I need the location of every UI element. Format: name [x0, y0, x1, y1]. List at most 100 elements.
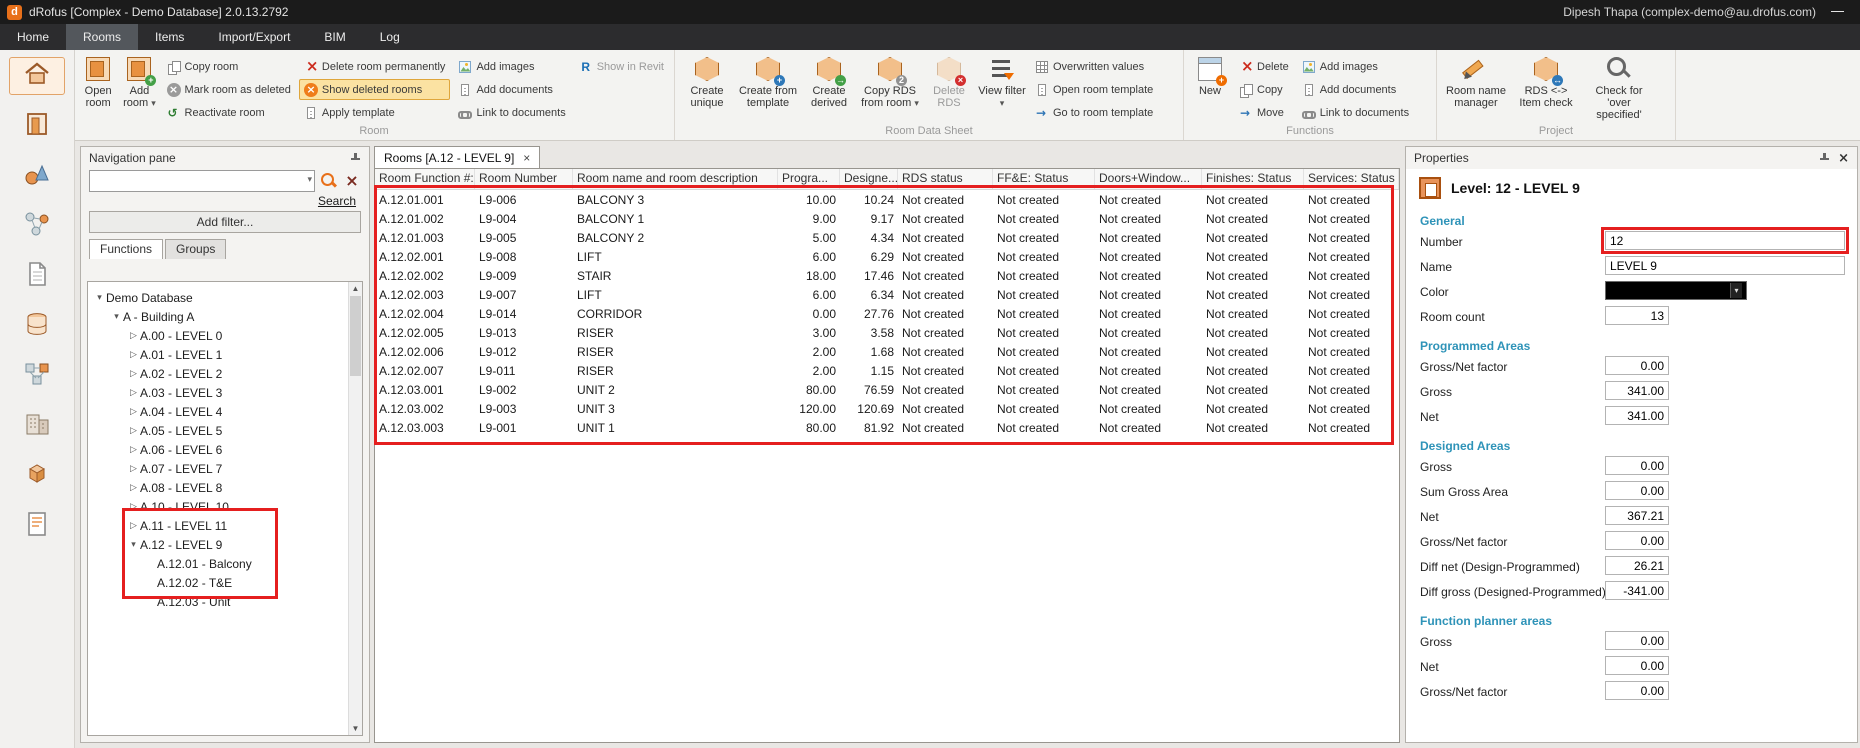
- net-field[interactable]: 0.00: [1605, 656, 1669, 675]
- copy-function-button[interactable]: Copy: [1234, 79, 1294, 100]
- table-row[interactable]: A.12.03.001L9-002UNIT 280.0076.59Not cre…: [375, 380, 1399, 399]
- apply-template-button[interactable]: Apply template: [299, 102, 451, 123]
- tree-item[interactable]: ▾A.12 - LEVEL 9: [88, 535, 362, 554]
- gross-field[interactable]: 0.00: [1605, 631, 1669, 650]
- number-field[interactable]: 12: [1605, 231, 1845, 250]
- tree-item[interactable]: A.12.02 - T&E: [88, 573, 362, 592]
- color-field[interactable]: ▾: [1605, 281, 1747, 300]
- gross-field[interactable]: 0.00: [1605, 456, 1669, 475]
- sidebar-item-items[interactable]: [10, 158, 64, 194]
- sidebar-item-logistics[interactable]: [10, 358, 64, 394]
- table-row[interactable]: A.12.01.002L9-004BALCONY 19.009.17Not cr…: [375, 209, 1399, 228]
- column-header[interactable]: Finishes: Status: [1202, 169, 1304, 189]
- scrollbar[interactable]: ▲ ▼: [348, 282, 362, 735]
- move-function-button[interactable]: Move: [1234, 102, 1294, 123]
- search-input[interactable]: [90, 171, 314, 191]
- delete-rds-button[interactable]: × Delete RDS: [924, 53, 974, 111]
- expander-icon[interactable]: ▷: [127, 425, 140, 436]
- show-deleted-rooms-toggle[interactable]: Show deleted rooms: [299, 79, 451, 100]
- rds-item-check-button[interactable]: ↔ RDS <-> Item check: [1513, 53, 1579, 111]
- open-room-template-button[interactable]: Open room template: [1030, 79, 1158, 100]
- search-link[interactable]: Search: [81, 194, 356, 208]
- table-row[interactable]: A.12.02.005L9-013RISER3.003.58Not create…: [375, 323, 1399, 342]
- expander-icon[interactable]: ▷: [127, 482, 140, 493]
- menu-tab-import-export[interactable]: Import/Export: [201, 24, 307, 50]
- expander-icon[interactable]: ▷: [127, 368, 140, 379]
- table-row[interactable]: A.12.03.002L9-003UNIT 3120.00120.69Not c…: [375, 399, 1399, 418]
- sidebar-item-documents[interactable]: [10, 258, 64, 294]
- table-row[interactable]: A.12.02.002L9-009STAIR18.0017.46Not crea…: [375, 266, 1399, 285]
- gross-field[interactable]: 341.00: [1605, 381, 1669, 400]
- tree-item[interactable]: ▷A.11 - LEVEL 11: [88, 516, 362, 535]
- expander-icon[interactable]: ▷: [127, 444, 140, 455]
- tree-item[interactable]: ▷A.04 - LEVEL 4: [88, 402, 362, 421]
- table-row[interactable]: A.12.01.001L9-006BALCONY 310.0010.24Not …: [375, 190, 1399, 209]
- delete-room-permanently-button[interactable]: Delete room permanently: [299, 56, 451, 77]
- overwritten-values-button[interactable]: Overwritten values: [1030, 56, 1158, 77]
- expander-icon[interactable]: ▷: [127, 406, 140, 417]
- go-to-room-template-button[interactable]: Go to room template: [1030, 102, 1158, 123]
- column-header[interactable]: Designe...: [840, 169, 898, 189]
- sidebar-item-database[interactable]: [10, 308, 64, 344]
- add-room-button[interactable]: + Add room ▾: [120, 53, 158, 111]
- column-header[interactable]: Services: Status: [1304, 169, 1399, 189]
- column-header[interactable]: FF&E: Status: [993, 169, 1095, 189]
- search-icon[interactable]: [320, 172, 338, 190]
- menu-tab-log[interactable]: Log: [363, 24, 417, 50]
- link-to-documents-button[interactable]: Link to documents: [1297, 102, 1414, 123]
- open-room-button[interactable]: Open room: [79, 53, 117, 111]
- rooms-document-tab[interactable]: Rooms [A.12 - LEVEL 9] ×: [374, 146, 540, 168]
- diff-net-design-programmed-field[interactable]: 26.21: [1605, 556, 1669, 575]
- minimize-button[interactable]: —: [1825, 0, 1850, 24]
- expander-icon[interactable]: ▷: [127, 501, 140, 512]
- table-row[interactable]: A.12.02.006L9-012RISER2.001.68Not create…: [375, 342, 1399, 361]
- add-images-button[interactable]: Add images: [453, 56, 570, 77]
- column-header[interactable]: Room name and room description: [573, 169, 778, 189]
- expander-icon[interactable]: ▷: [127, 463, 140, 474]
- tree-item[interactable]: A.12.01 - Balcony: [88, 554, 362, 573]
- menu-tab-home[interactable]: Home: [0, 24, 66, 50]
- tree-item[interactable]: ▷A.03 - LEVEL 3: [88, 383, 362, 402]
- table-row[interactable]: A.12.02.003L9-007LIFT6.006.34Not created…: [375, 285, 1399, 304]
- show-in-revit-button[interactable]: R Show in Revit: [574, 56, 669, 77]
- menu-tab-rooms[interactable]: Rooms: [66, 24, 138, 50]
- net-field[interactable]: 367.21: [1605, 506, 1669, 525]
- table-row[interactable]: A.12.02.004L9-014CORRIDOR0.0027.76Not cr…: [375, 304, 1399, 323]
- clear-search-icon[interactable]: ×: [343, 172, 361, 190]
- sidebar-item-packages[interactable]: [10, 458, 64, 494]
- scroll-thumb[interactable]: [350, 296, 361, 376]
- tree-item[interactable]: ▷A.01 - LEVEL 1: [88, 345, 362, 364]
- create-from-template-button[interactable]: + Create from template: [737, 53, 799, 111]
- pin-icon[interactable]: [349, 152, 361, 164]
- create-unique-button[interactable]: Create unique: [680, 53, 734, 111]
- expander-icon[interactable]: ▷: [127, 330, 140, 341]
- color-dropdown-icon[interactable]: ▾: [1730, 283, 1742, 298]
- expander-icon[interactable]: ▾: [93, 292, 106, 303]
- add-filter-button[interactable]: Add filter...: [89, 211, 361, 233]
- column-header[interactable]: Progra...: [778, 169, 840, 189]
- table-row[interactable]: A.12.01.003L9-005BALCONY 25.004.34Not cr…: [375, 228, 1399, 247]
- check-over-specified-button[interactable]: Check for 'over specified': [1582, 53, 1656, 123]
- tree-item[interactable]: ▷A.08 - LEVEL 8: [88, 478, 362, 497]
- sum-gross-area-field[interactable]: 0.00: [1605, 481, 1669, 500]
- reactivate-room-button[interactable]: Reactivate room: [162, 102, 296, 123]
- tree-item[interactable]: A.12.03 - Unit: [88, 592, 362, 611]
- sidebar-item-rooms[interactable]: [10, 108, 64, 144]
- scroll-up-icon[interactable]: ▲: [349, 282, 362, 295]
- tree-item[interactable]: ▷A.10 - LEVEL 10: [88, 497, 362, 516]
- copy-room-button[interactable]: Copy room: [162, 56, 296, 77]
- column-header[interactable]: Doors+Window...: [1095, 169, 1202, 189]
- table-row[interactable]: A.12.02.001L9-008LIFT6.006.29Not created…: [375, 247, 1399, 266]
- tree-item[interactable]: ▷A.07 - LEVEL 7: [88, 459, 362, 478]
- diff-gross-designed-programmed-field[interactable]: -341.00: [1605, 581, 1669, 600]
- expander-icon[interactable]: ▷: [127, 349, 140, 360]
- tree-item[interactable]: ▷A.02 - LEVEL 2: [88, 364, 362, 383]
- gross-net-factor-field[interactable]: 0.00: [1605, 531, 1669, 550]
- close-icon[interactable]: ×: [1838, 152, 1849, 165]
- copy-rds-from-room-button[interactable]: 2 Copy RDS from room ▾: [859, 53, 921, 111]
- tab-close-icon[interactable]: ×: [523, 151, 530, 165]
- sidebar-item-reports[interactable]: [10, 508, 64, 544]
- add-documents-button[interactable]: Add documents: [1297, 79, 1414, 100]
- room-name-manager-button[interactable]: Room name manager: [1442, 53, 1510, 111]
- expander-icon[interactable]: ▷: [127, 520, 140, 531]
